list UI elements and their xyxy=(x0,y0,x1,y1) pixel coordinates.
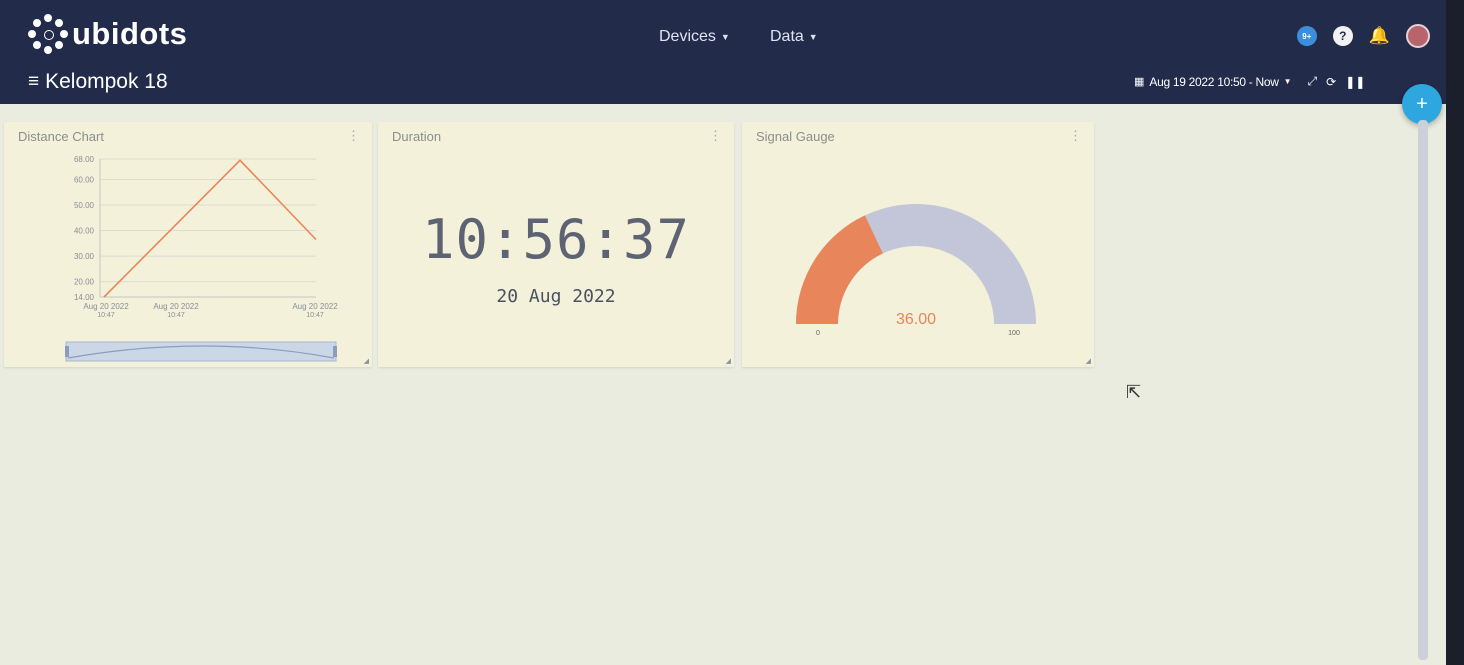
y-tick-label: 14.00 xyxy=(74,293,95,302)
widget-distance-chart: Distance Chart ⋮ 68.00 60.00 50.00 40.00 30.… xyxy=(4,122,372,367)
x-tick-label: Aug 20 2022 xyxy=(83,302,129,311)
resize-handle-icon[interactable]: ◢ xyxy=(726,357,731,365)
avatar[interactable] xyxy=(1406,24,1430,48)
nav-devices[interactable]: Devices ▼ xyxy=(659,28,730,46)
y-tick-label: 50.00 xyxy=(74,201,95,210)
y-tick-label: 20.00 xyxy=(74,278,95,287)
resize-handle-icon[interactable]: ◢ xyxy=(364,357,369,365)
add-widget-button[interactable]: + xyxy=(1402,84,1442,124)
logo-dots-icon xyxy=(28,14,68,54)
x-tick-sublabel: 10:47 xyxy=(97,312,115,319)
refresh-icon[interactable]: ⟳ xyxy=(1326,75,1336,89)
widget-duration: Duration ⋮ 10:56:37 20 Aug 2022 ◢ xyxy=(378,122,734,367)
nav-data[interactable]: Data ▼ xyxy=(770,28,818,46)
mouse-cursor-icon: ⇱ xyxy=(1126,382,1142,402)
kebab-menu-icon[interactable]: ⋮ xyxy=(709,128,722,144)
page-scrollbar[interactable] xyxy=(1418,120,1428,660)
calendar-icon: ▦ xyxy=(1134,76,1145,88)
date-range-selector[interactable]: Aug 19 2022 10:50 - Now xyxy=(1149,75,1279,89)
gauge-fill xyxy=(796,215,883,324)
gauge-min-label: 0 xyxy=(816,330,820,337)
navigator-handle-left xyxy=(65,346,69,357)
clock-time: 10:56:37 xyxy=(421,208,691,271)
header-actions: 9+ ? 🔔 xyxy=(1296,24,1430,48)
logo-text: ubidots xyxy=(72,16,188,51)
nav-data-label: Data xyxy=(770,28,804,45)
screen: ubidots Devices ▼ Data ▼ 9+ ? 🔔 ≡ Kelompok… xyxy=(0,0,1446,665)
hamburger-icon[interactable]: ≡ xyxy=(28,71,39,93)
bell-icon[interactable]: 🔔 xyxy=(1369,26,1390,46)
x-tick-sublabel: 10:47 xyxy=(306,312,324,319)
y-tick-label: 30.00 xyxy=(74,252,95,261)
x-tick-sublabel: 10:47 xyxy=(167,312,185,319)
chevron-down-icon: ▼ xyxy=(808,31,818,42)
resize-handle-icon[interactable]: ◢ xyxy=(1086,357,1091,365)
x-tick-label: Aug 20 2022 xyxy=(292,302,338,311)
dashboard-title-text: Kelompok 18 xyxy=(45,70,168,93)
navigator-handle-right xyxy=(333,346,337,357)
y-tick-label: 68.00 xyxy=(74,155,95,164)
help-icon[interactable]: ? xyxy=(1332,26,1353,46)
pause-icon[interactable]: ❚❚ xyxy=(1345,75,1365,89)
top-navbar: ubidots Devices ▼ Data ▼ 9+ ? 🔔 ≡ Kelompok… xyxy=(0,0,1446,104)
gauge-max-label: 100 xyxy=(1008,330,1020,337)
series-line xyxy=(103,159,317,298)
x-tick-label: Aug 20 2022 xyxy=(153,302,199,311)
widget-signal-gauge: Signal Gauge ⋮ 36.00 0 100 ◢ xyxy=(742,122,1094,367)
status-icon[interactable]: 9+ xyxy=(1296,26,1317,46)
fullscreen-icon[interactable]: ⤢ xyxy=(1308,74,1318,89)
ubidots-logo[interactable]: ubidots xyxy=(28,14,187,54)
dashboard-toolbar: ▦ Aug 19 2022 10:50 - Now ▼ ⤢ ⟳ ❚❚ xyxy=(1134,74,1365,89)
gauge-value: 36.00 xyxy=(896,311,936,328)
gauge-chart: 36.00 0 100 xyxy=(796,204,1036,337)
widget-title: Duration xyxy=(392,129,442,144)
clock-date: 20 Aug 2022 xyxy=(496,286,616,307)
chevron-down-icon: ▼ xyxy=(720,31,730,42)
nav-devices-label: Devices xyxy=(659,28,716,45)
dashboard-title[interactable]: ≡ Kelompok 18 xyxy=(28,70,168,94)
y-tick-label: 40.00 xyxy=(74,227,95,236)
chevron-down-icon[interactable]: ▼ xyxy=(1284,77,1292,86)
distance-line-chart: 68.0060.0050.0040.0030.0020.0014.00Aug 2… xyxy=(65,155,338,362)
y-tick-label: 60.00 xyxy=(74,175,95,184)
